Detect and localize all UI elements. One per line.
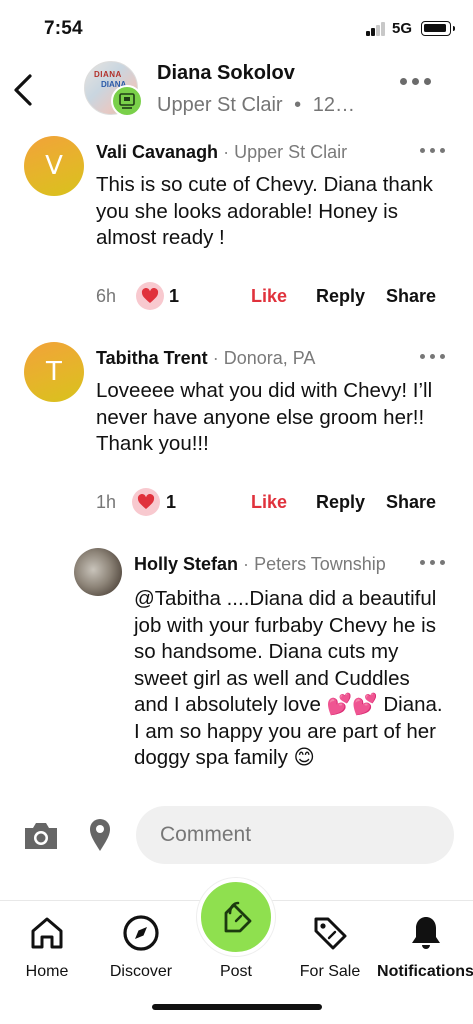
more-horizontal-icon xyxy=(420,354,445,359)
nav-discover[interactable]: Discover xyxy=(96,901,186,991)
nav-label: For Sale xyxy=(299,963,361,980)
comment-input[interactable] xyxy=(136,806,454,864)
comment-text: This is so cute of Chevy. Diana thank yo… xyxy=(96,173,433,249)
comment-actions: 1h 1 Like Reply Share xyxy=(96,488,446,518)
commenter-location: Donora, PA xyxy=(223,348,316,368)
like-button[interactable]: Like xyxy=(251,286,287,307)
battery-icon xyxy=(421,21,455,36)
location-pin-icon xyxy=(90,819,110,851)
nav-for-sale[interactable]: For Sale xyxy=(285,901,375,991)
comment-time: 6h xyxy=(96,286,117,306)
business-badge-icon xyxy=(111,85,143,117)
nav-notifications[interactable]: Notifications xyxy=(377,901,473,991)
reply-button[interactable]: Reply xyxy=(316,286,365,307)
compass-icon xyxy=(123,915,159,951)
reaction-count: 1 xyxy=(169,286,180,306)
header-separator: · xyxy=(243,554,250,574)
commenter-name[interactable]: Tabitha Trent xyxy=(96,348,208,368)
commenter-avatar[interactable] xyxy=(74,548,122,596)
more-horizontal-icon xyxy=(400,78,438,85)
location-button[interactable] xyxy=(88,818,112,852)
commenter-location: Upper St Clair xyxy=(234,142,348,162)
back-button[interactable] xyxy=(10,70,38,110)
post-bag-icon xyxy=(224,901,252,933)
author-subtitle: Upper St Clair • 12… xyxy=(157,94,355,117)
post-more-button[interactable] xyxy=(400,78,438,88)
nav-label: Post xyxy=(219,963,252,980)
header-separator: · xyxy=(223,142,230,162)
nav-home[interactable]: Home xyxy=(2,901,92,991)
nav-label: Notifications xyxy=(377,963,473,980)
comment-more-button[interactable] xyxy=(420,354,445,359)
heart-reaction-icon[interactable] xyxy=(136,282,164,310)
commenter-avatar[interactable]: V xyxy=(24,136,84,196)
network-label: 5G xyxy=(392,20,413,37)
comment-more-button[interactable] xyxy=(420,148,445,153)
signal-icon xyxy=(366,22,388,36)
comment-actions: 6h 1 Like Reply Share xyxy=(96,282,446,312)
comment-text: Loveeee what you did with Chevy! I’ll ne… xyxy=(96,379,433,455)
commenter-name[interactable]: Holly Stefan xyxy=(134,554,238,574)
author-location: Upper St Clair xyxy=(157,94,283,116)
reply-button[interactable]: Reply xyxy=(316,492,365,513)
commenter-location: Peters Township xyxy=(254,554,386,574)
avatar-logo-text: DIANA xyxy=(94,70,122,79)
subtitle-separator: • xyxy=(294,94,302,116)
comment-text: @Tabitha ....Diana did a beautiful job w… xyxy=(134,587,443,769)
bell-icon xyxy=(411,917,440,949)
comment-header: Vali Cavanagh · Upper St Clair xyxy=(96,142,347,163)
author-name[interactable]: Diana Sokolov xyxy=(157,62,295,85)
comment-header: Tabitha Trent · Donora, PA xyxy=(96,348,315,369)
like-button[interactable]: Like xyxy=(251,492,287,513)
chevron-left-icon xyxy=(14,74,32,106)
commenter-name[interactable]: Vali Cavanagh xyxy=(96,142,218,162)
post-time: 12… xyxy=(312,94,355,116)
comment-header: Holly Stefan · Peters Township xyxy=(134,554,386,575)
more-horizontal-icon xyxy=(420,148,445,153)
camera-icon xyxy=(25,823,57,849)
status-bar: 7:54 5G xyxy=(0,0,473,56)
header-separator: · xyxy=(212,348,219,368)
share-button[interactable]: Share xyxy=(386,492,436,513)
more-horizontal-icon xyxy=(420,560,445,565)
comment-more-button[interactable] xyxy=(420,560,445,565)
post-header: DIANA DIANA Diana Sokolov Upper St Clair… xyxy=(0,56,473,126)
comment-composer xyxy=(0,804,473,866)
camera-button[interactable] xyxy=(22,820,60,852)
nav-label: Discover xyxy=(109,963,173,980)
commenter-avatar[interactable]: T xyxy=(24,342,84,402)
home-icon xyxy=(31,917,63,949)
post-button[interactable] xyxy=(197,878,275,956)
heart-reaction-icon[interactable] xyxy=(132,488,160,516)
price-tag-icon xyxy=(314,917,347,950)
nav-label: Home xyxy=(25,963,69,980)
status-time: 7:54 xyxy=(44,18,83,39)
reaction-count: 1 xyxy=(166,492,177,512)
share-button[interactable]: Share xyxy=(386,286,436,307)
comment-time: 1h xyxy=(96,492,117,512)
home-indicator xyxy=(152,1004,322,1010)
